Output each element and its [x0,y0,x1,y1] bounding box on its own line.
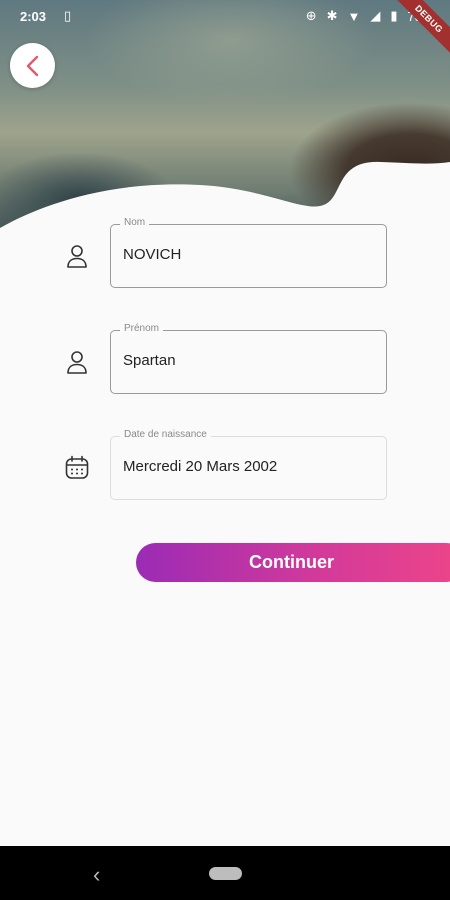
date-naissance-field[interactable]: Date de naissance Mercredi 20 Mars 2002 [110,429,387,500]
chevron-left-icon [26,55,38,76]
battery-icon: ▮ [390,8,398,23]
continue-button-label: Continuer [249,552,334,572]
prenom-label: Prénom [120,323,164,334]
person-icon [67,245,87,268]
nom-label: Nom [120,217,150,228]
date-naissance-label: Date de naissance [120,429,211,440]
nav-home-pill[interactable] [209,867,242,880]
wifi-icon: ▼ [347,8,361,24]
nom-value: NOVICH [123,246,182,263]
signal-icon: ◢ [370,8,381,23]
prenom-field[interactable]: Prénom Spartan [110,323,387,394]
bluetooth-icon: ✱ [326,8,338,23]
system-navigation-bar: ‹ [0,846,450,900]
calendar-icon [65,455,89,479]
continue-button[interactable]: Continuer [136,543,450,582]
nom-field[interactable]: Nom NOVICH [110,217,387,288]
status-icons: ⊕ ✱ ▼ ◢ ▮ 78 [306,8,422,24]
data-saver-icon: ⊕ [305,8,317,23]
date-naissance-value: Mercredi 20 Mars 2002 [123,458,278,475]
status-time: 2:03 [20,9,47,24]
back-button[interactable] [10,43,55,88]
status-bar: 2:03 ▯ ⊕ ✱ ▼ ◢ ▮ 78 [0,0,450,32]
person-icon [67,351,87,374]
sim-icon: ▯ [64,8,72,23]
prenom-value: Spartan [123,352,176,369]
nav-back-icon[interactable]: ‹ [93,862,100,888]
